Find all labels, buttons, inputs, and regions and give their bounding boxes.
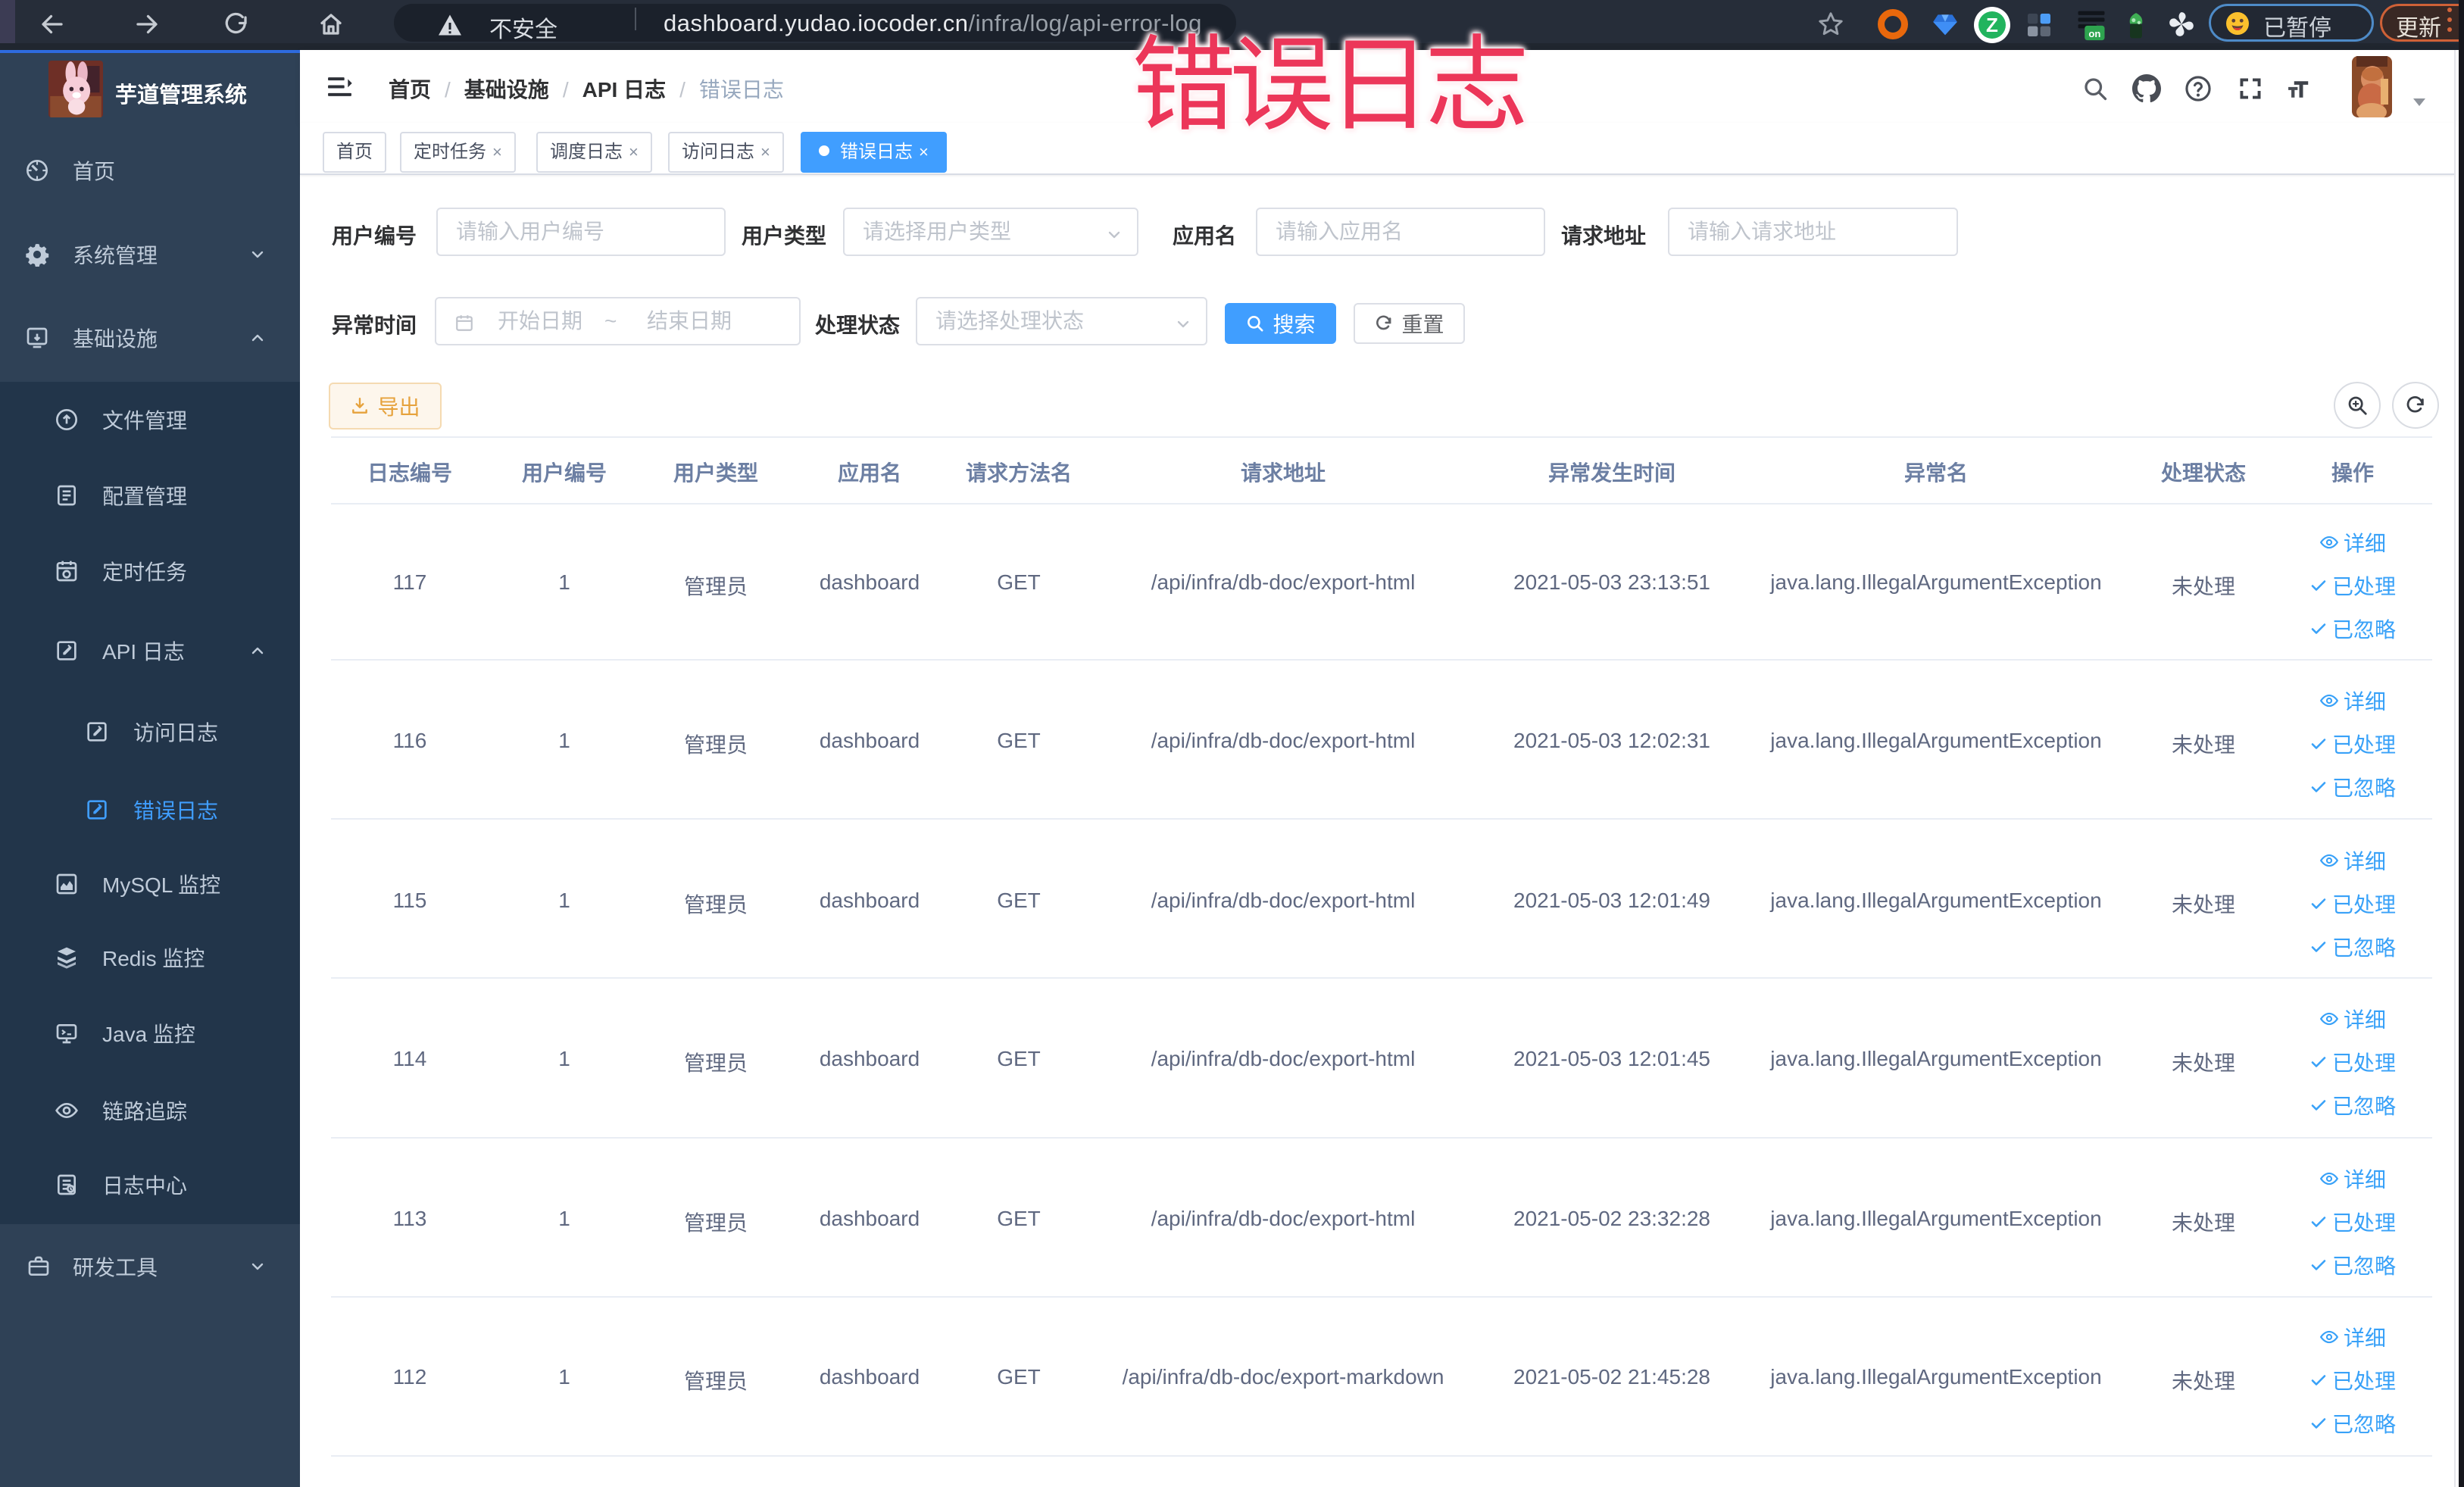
- svg-text:on: on: [2088, 28, 2100, 39]
